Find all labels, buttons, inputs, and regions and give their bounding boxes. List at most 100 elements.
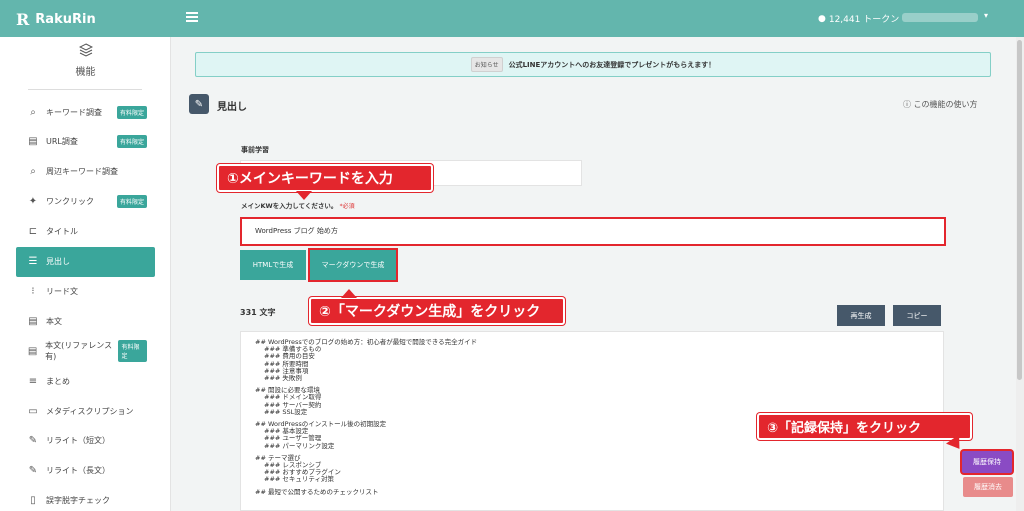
markdown-line: ### サーバー契約 (264, 400, 322, 409)
sidebar-item-11[interactable]: ▭ メタディスクリプション (16, 396, 155, 426)
markdown-line: ## 最短で公開するためのチェックリスト (255, 487, 379, 496)
callout-step-1: ①メインキーワードを入力 (217, 164, 433, 192)
brand-name: RakuRin (35, 12, 96, 27)
regenerate-button[interactable]: 再生成 (837, 305, 885, 326)
main-keyword-input[interactable]: WordPress ブログ 始め方 (240, 217, 946, 246)
sidebar-item-label: タイトル (46, 227, 78, 237)
sidebar-item-14[interactable]: ▯ 誤字脱字チェック (16, 486, 155, 511)
chat-bubble-icon: ● (818, 13, 826, 24)
markdown-line: ### ドメイン取得 (264, 393, 322, 402)
brand-logo-icon: R (16, 10, 30, 29)
markdown-line: ### 所要時間 (264, 359, 309, 368)
one-click-icon: ✦ (28, 196, 38, 208)
sidebar-item-label: リライト（長文） (46, 466, 110, 476)
related-keyword-icon: ⌕ (30, 166, 36, 178)
notice-banner[interactable]: お知らせ 公式LINEアカウントへのお友達登録でプレゼントがもらえます！ (195, 52, 991, 77)
sidebar-item-label: まとめ (46, 376, 70, 386)
markdown-line: ### 失敗例 (264, 374, 302, 383)
keyword-label: メインKWを入力してください。 *必須 (241, 200, 355, 210)
body-text-icon: ▤ (28, 315, 38, 327)
title-icon: ⊏ (28, 226, 38, 238)
layers-icon (0, 43, 171, 61)
help-link-label: この機能の使い方 (913, 100, 978, 109)
sidebar-item-label: 周辺キーワード調査 (46, 167, 118, 177)
scrollbar-thumb[interactable] (1017, 40, 1022, 380)
keyword-label-text: メインKWを入力してください。 (241, 202, 338, 210)
markdown-line: ## テーマ選び (255, 453, 301, 462)
typo-check-icon: ▯ (30, 495, 36, 507)
sidebar-item-12[interactable]: ✎ リライト（短文） (16, 426, 155, 456)
chevron-down-icon[interactable]: ▾ (984, 11, 988, 20)
notice-tag: お知らせ (470, 57, 503, 72)
sidebar-item-5[interactable]: ⊏ タイトル (16, 217, 155, 247)
markdown-line: ### おすすめプラグイン (264, 468, 341, 477)
user-menu[interactable] (902, 13, 978, 22)
sidebar-item-label: メタディスクリプション (46, 406, 134, 416)
token-count-label: 12,441 トークン (828, 15, 900, 25)
headings-icon: ☰ (28, 256, 38, 267)
sidebar-item-label: 見出し (46, 257, 70, 266)
notice-text: 公式LINEアカウントへのお友達登録でプレゼントがもらえます！ (508, 60, 716, 69)
sidebar-item-label: ワンクリック (46, 197, 94, 207)
sidebar-item-label: URL調査 (46, 137, 78, 147)
save-history-button[interactable]: 履歴保持 (962, 451, 1012, 473)
character-count: 331 文字 (240, 308, 276, 317)
required-mark: *必須 (339, 203, 355, 210)
paid-only-badge: 有料限定 (116, 135, 147, 149)
markdown-line: ## WordPressでのブログの始め方：初心者が最短で開設できる完全ガイド (255, 338, 478, 346)
body-reference-icon: ▤ (27, 345, 38, 357)
sidebar-item-label: キーワード調査 (46, 107, 102, 117)
sidebar-item-9[interactable]: ▤ 本文(リファレンス有) 有料限定 (16, 336, 155, 366)
sidebar-item-1[interactable]: ⌕ キーワード調査 有料限定 (16, 97, 155, 127)
markdown-line: ## 開設に必要な環境 (255, 386, 320, 395)
sidebar-item-3[interactable]: ⌕ 周辺キーワード調査 (16, 157, 155, 187)
sidebar-item-4[interactable]: ✦ ワンクリック 有料限定 (16, 187, 155, 217)
sidebar-item-7[interactable]: ⁝ リード文 (16, 276, 155, 306)
sidebar-divider (28, 89, 142, 90)
paid-only-badge: 有料限定 (116, 105, 147, 119)
rewrite-long-icon: ✎ (28, 465, 38, 477)
sidebar-item-label: 誤字脱字チェック (46, 496, 110, 506)
keyword-search-icon: ⌕ (30, 106, 36, 118)
menu-icon[interactable] (186, 12, 198, 22)
clear-history-button[interactable]: 履歴消去 (963, 477, 1013, 497)
pre-learning-label: 事前学習 (241, 146, 269, 154)
brand[interactable]: R RakuRin (16, 10, 96, 29)
sidebar-item-13[interactable]: ✎ リライト（長文） (16, 456, 155, 486)
sidebar-item-label: 本文(リファレンス有) (45, 341, 113, 362)
token-count: ● 12,441 トークン (818, 12, 900, 26)
markdown-line: ### セキュリティ対策 (264, 475, 335, 484)
callout-arrow-1 (296, 191, 312, 200)
headings-feature-icon: ✎ (189, 94, 209, 114)
sidebar-item-8[interactable]: ▤ 本文 (16, 306, 155, 336)
copy-button[interactable]: コピー (893, 305, 941, 326)
sidebar: 機能 ⌕ キーワード調査 有料限定 ▤ URL調査 有料限定 ⌕ 周辺キーワード調査 ✦ ワンクリ… (0, 37, 171, 511)
sidebar-header: 機能 (0, 43, 171, 78)
markdown-line: ### パーマリンク設定 (264, 441, 335, 450)
markdown-line: ### レスポンシブ (264, 461, 322, 470)
sidebar-section-label: 機能 (75, 67, 96, 78)
markdown-line: ### 注意事項 (264, 366, 309, 375)
sidebar-item-label: リライト（短文） (46, 436, 110, 446)
generate-html-button[interactable]: HTMLで生成 (240, 250, 306, 280)
generate-markdown-button[interactable]: マークダウンで生成 (310, 250, 396, 280)
sidebar-item-2[interactable]: ▤ URL調査 有料限定 (16, 127, 155, 157)
top-bar: R RakuRin ● 12,441 トークン ▾ (0, 0, 1024, 37)
markdown-line: ### 費用の目安 (264, 352, 315, 361)
paid-only-badge: 有料限定 (116, 195, 147, 209)
paid-only-badge: 有料限定 (118, 340, 147, 363)
markdown-line: ### 準備するもの (264, 345, 322, 354)
sidebar-item-label: 本文 (46, 316, 62, 326)
summary-icon: ≡ (28, 375, 38, 387)
help-link[interactable]: ⓘ この機能の使い方 (903, 99, 978, 110)
url-research-icon: ▤ (28, 136, 38, 148)
sidebar-item-10[interactable]: ≡ まとめ (16, 366, 155, 396)
callout-arrow-2 (341, 289, 357, 298)
page-title: 見出し (217, 102, 247, 113)
sidebar-item-label: リード文 (46, 286, 78, 296)
callout-step-3: ③「記録保持」をクリック (757, 413, 972, 440)
sidebar-item-6[interactable]: ☰ 見出し (16, 246, 155, 277)
callout-step-2: ②「マークダウン生成」をクリック (309, 297, 565, 325)
question-circle-icon: ⓘ (903, 100, 911, 109)
rewrite-short-icon: ✎ (28, 435, 38, 447)
